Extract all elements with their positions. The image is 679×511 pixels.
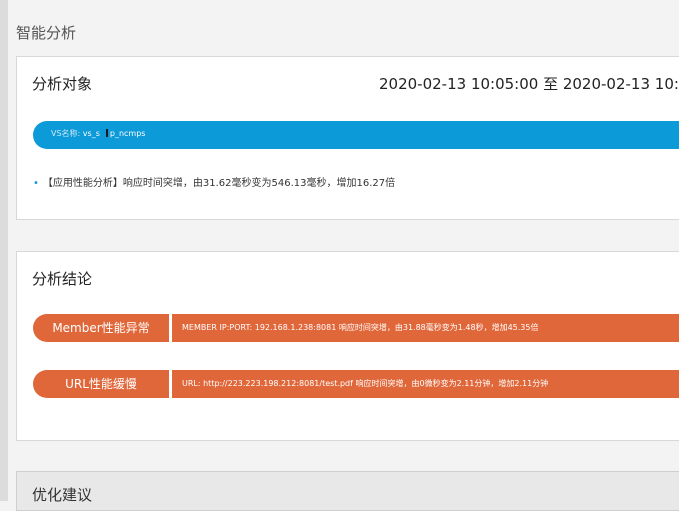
vs-name-label: VS名称: vs_s p_ncmps bbox=[51, 128, 145, 139]
vs-name-value-end: p_ncmps bbox=[109, 129, 146, 138]
conclusion-panel: 分析结论 Member性能异常 MEMBER IP:PORT: 192.168.… bbox=[16, 251, 679, 441]
time-range: 2020-02-13 10:05:00 至 2020-02-13 10:16: bbox=[379, 75, 679, 93]
analysis-target-title: 分析对象 bbox=[32, 75, 93, 93]
conclusion-row-member[interactable]: Member性能异常 MEMBER IP:PORT: 192.168.1.238… bbox=[33, 314, 679, 342]
bullet-icon: • bbox=[33, 178, 39, 189]
vs-name-value-start: vs_s bbox=[82, 129, 100, 138]
suggestions-panel: 优化建议 bbox=[16, 471, 679, 511]
text-cursor-icon: I bbox=[105, 127, 110, 140]
vs-label-prefix: VS名称: bbox=[51, 129, 83, 138]
conclusion-tag-member: Member性能异常 bbox=[33, 314, 169, 342]
conclusion-tag-url: URL性能缓慢 bbox=[33, 370, 169, 398]
page-title: 智能分析 bbox=[16, 24, 77, 42]
finding-text: 【应用性能分析】响应时间突增，由31.62毫秒变为546.13毫秒，增加16.2… bbox=[42, 178, 396, 189]
analysis-target-panel: 分析对象 2020-02-13 10:05:00 至 2020-02-13 10… bbox=[16, 56, 679, 220]
vs-name-bar[interactable]: VS名称: vs_s p_ncmps I bbox=[33, 121, 679, 149]
finding-item: • 【应用性能分析】响应时间突增，由31.62毫秒变为546.13毫秒，增加16.… bbox=[33, 174, 395, 189]
conclusion-detail-url: URL: http://223.223.198.212:8081/test.pd… bbox=[172, 370, 679, 398]
conclusion-detail-member: MEMBER IP:PORT: 192.168.1.238:8081 响应时间突… bbox=[172, 314, 679, 342]
conclusion-title: 分析结论 bbox=[32, 270, 93, 288]
suggestions-title: 优化建议 bbox=[32, 486, 93, 504]
window-left-edge bbox=[0, 0, 8, 501]
conclusion-row-url[interactable]: URL性能缓慢 URL: http://223.223.198.212:8081… bbox=[33, 370, 679, 398]
